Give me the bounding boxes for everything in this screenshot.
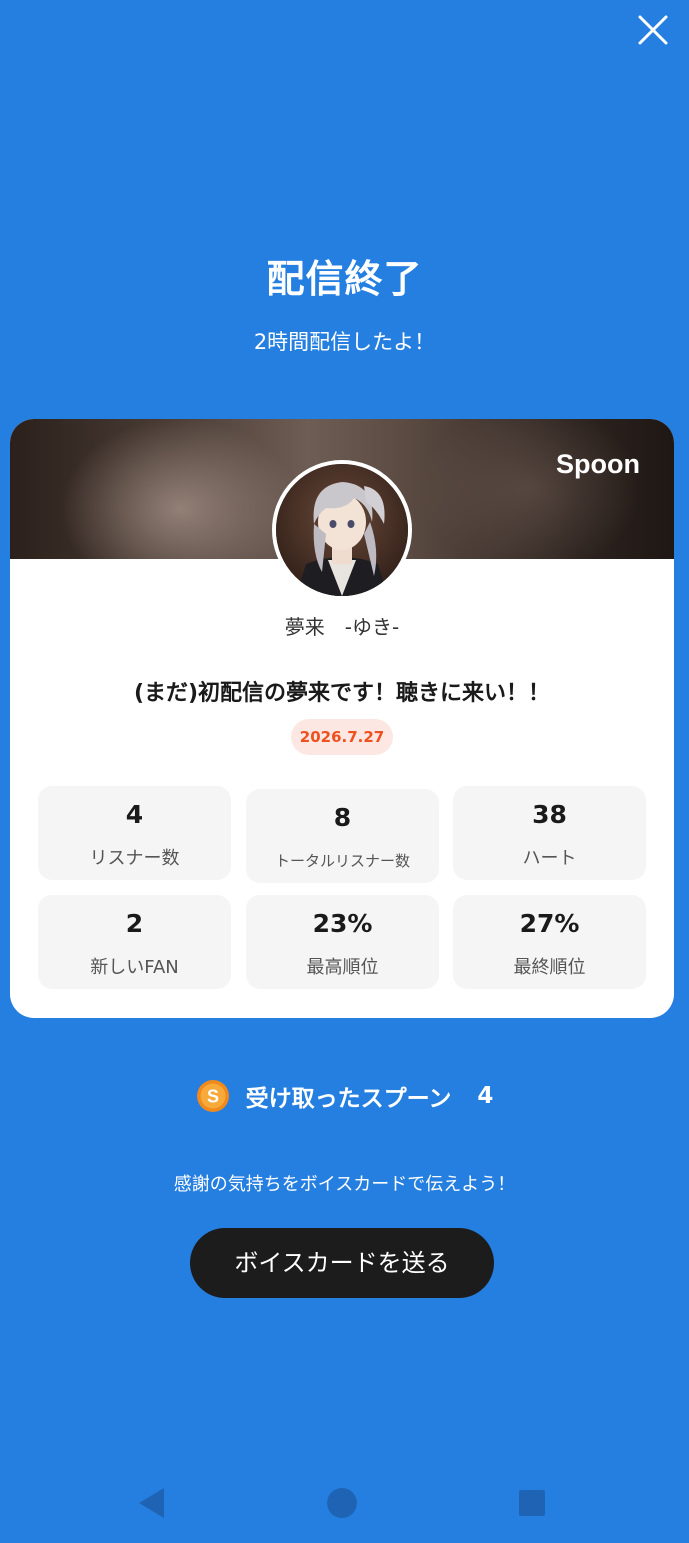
stat-total-listeners: 8 トータルリスナー数	[246, 789, 439, 883]
stat-hearts: 38 ハート	[453, 786, 646, 880]
spoon-coin-icon: S	[196, 1080, 229, 1112]
avatar	[272, 460, 412, 600]
nav-back-button[interactable]	[128, 1478, 178, 1528]
system-navigation-bar	[0, 1478, 689, 1528]
duration-subtitle: 2時間配信したよ！	[253, 330, 436, 354]
live-title: (まだ)初配信の夢来です！聴きに来い！！	[133, 681, 551, 706]
stat-value: 38	[532, 800, 567, 829]
close-button[interactable]	[635, 12, 671, 48]
stat-value: 27%	[519, 909, 580, 938]
stat-label: トータルリスナー数	[274, 852, 410, 870]
voice-card-message: 感謝の気持ちをボイスカードで伝えよう！	[173, 1174, 516, 1195]
page-title: 配信終了	[266, 257, 423, 301]
stat-label: 新しいFAN	[90, 957, 179, 978]
stat-label: ハート	[522, 848, 577, 869]
stat-label: 最終順位	[513, 957, 586, 978]
received-spoons: S 受け取ったスプーン 4	[0, 1076, 689, 1116]
stat-best-rank: 23% 最高順位	[246, 895, 439, 989]
live-ended-screen: 配信終了 2時間配信したよ！ Spoon 夢来 -ゆき- (まだ)初配信の夢来で…	[0, 0, 689, 1543]
home-circle-icon	[327, 1488, 357, 1518]
stat-new-fans: 2 新しいFAN	[38, 895, 231, 989]
stat-value: 23%	[312, 909, 373, 938]
stat-value: 2	[125, 909, 144, 938]
stat-final-rank: 27% 最終順位	[453, 895, 646, 989]
spoons-count: 4	[477, 1083, 494, 1109]
send-voice-card-button[interactable]: ボイスカードを送る	[190, 1228, 494, 1298]
close-icon	[638, 15, 668, 45]
nav-home-button[interactable]	[317, 1478, 367, 1528]
stat-label: 最高順位	[306, 957, 379, 978]
back-triangle-icon	[139, 1488, 164, 1518]
spoons-label: 受け取ったスプーン	[245, 1086, 452, 1112]
stat-label: リスナー数	[89, 848, 180, 869]
spoon-logo: Spoon	[556, 449, 640, 479]
stat-value: 4	[125, 800, 144, 829]
live-summary-card: Spoon 夢来 -ゆき- (まだ)初配信の夢来です！聴きに来い！！ 2026.…	[10, 419, 674, 1018]
nav-recents-button[interactable]	[507, 1478, 557, 1528]
username: 夢来 -ゆき-	[284, 615, 400, 639]
date-badge: 2026.7.27	[291, 719, 393, 755]
stat-value: 8	[333, 803, 352, 832]
recents-square-icon	[519, 1490, 545, 1516]
stat-listeners: 4 リスナー数	[38, 786, 231, 880]
svg-text:S: S	[207, 1087, 219, 1107]
